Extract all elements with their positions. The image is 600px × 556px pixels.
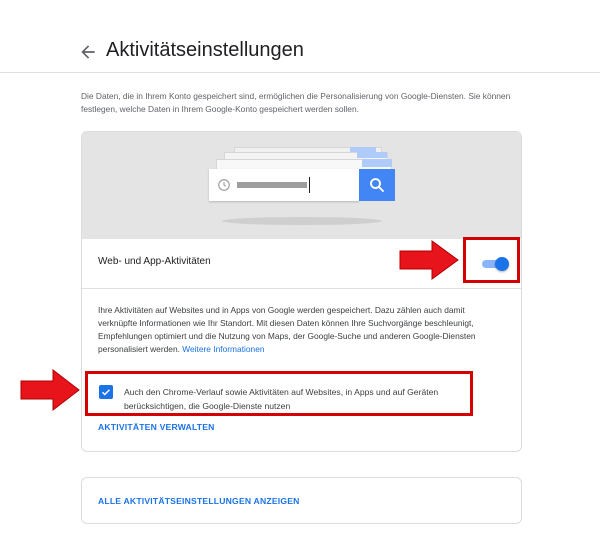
red-arrow-icon <box>20 369 80 411</box>
clock-icon <box>218 179 230 191</box>
activity-description: Ihre Aktivitäten auf Websites und in App… <box>98 304 478 356</box>
search-history-illustration <box>82 132 521 239</box>
search-icon <box>370 178 384 192</box>
red-arrow-icon <box>399 240 459 280</box>
setting-label: Web- und App-Aktivitäten <box>98 256 211 267</box>
arrow-left-icon[interactable] <box>78 42 98 62</box>
illustration-query-bar <box>237 182 307 188</box>
manage-activity-link[interactable]: AKTIVITÄTEN VERWALTEN <box>98 422 215 432</box>
show-all-settings-link[interactable]: ALLE AKTIVITÄTSEINSTELLUNGEN ANZEIGEN <box>98 496 300 506</box>
page-title: Aktivitätseinstellungen <box>106 39 304 61</box>
all-settings-card: ALLE AKTIVITÄTSEINSTELLUNGEN ANZEIGEN <box>81 477 522 524</box>
text-cursor <box>309 177 310 193</box>
page-header: Aktivitätseinstellungen <box>0 0 600 73</box>
toggle-highlight-box <box>463 237 520 283</box>
checkbox-highlight-box <box>85 371 473 416</box>
illustration-tab <box>362 159 392 167</box>
illustration-tab <box>357 152 387 158</box>
intro-text: Die Daten, die in Ihrem Konto gespeicher… <box>81 91 511 114</box>
illustration-shadow <box>222 217 382 225</box>
more-info-link[interactable]: Weitere Informationen <box>182 344 264 354</box>
description-text: Ihre Aktivitäten auf Websites und in App… <box>98 305 476 354</box>
